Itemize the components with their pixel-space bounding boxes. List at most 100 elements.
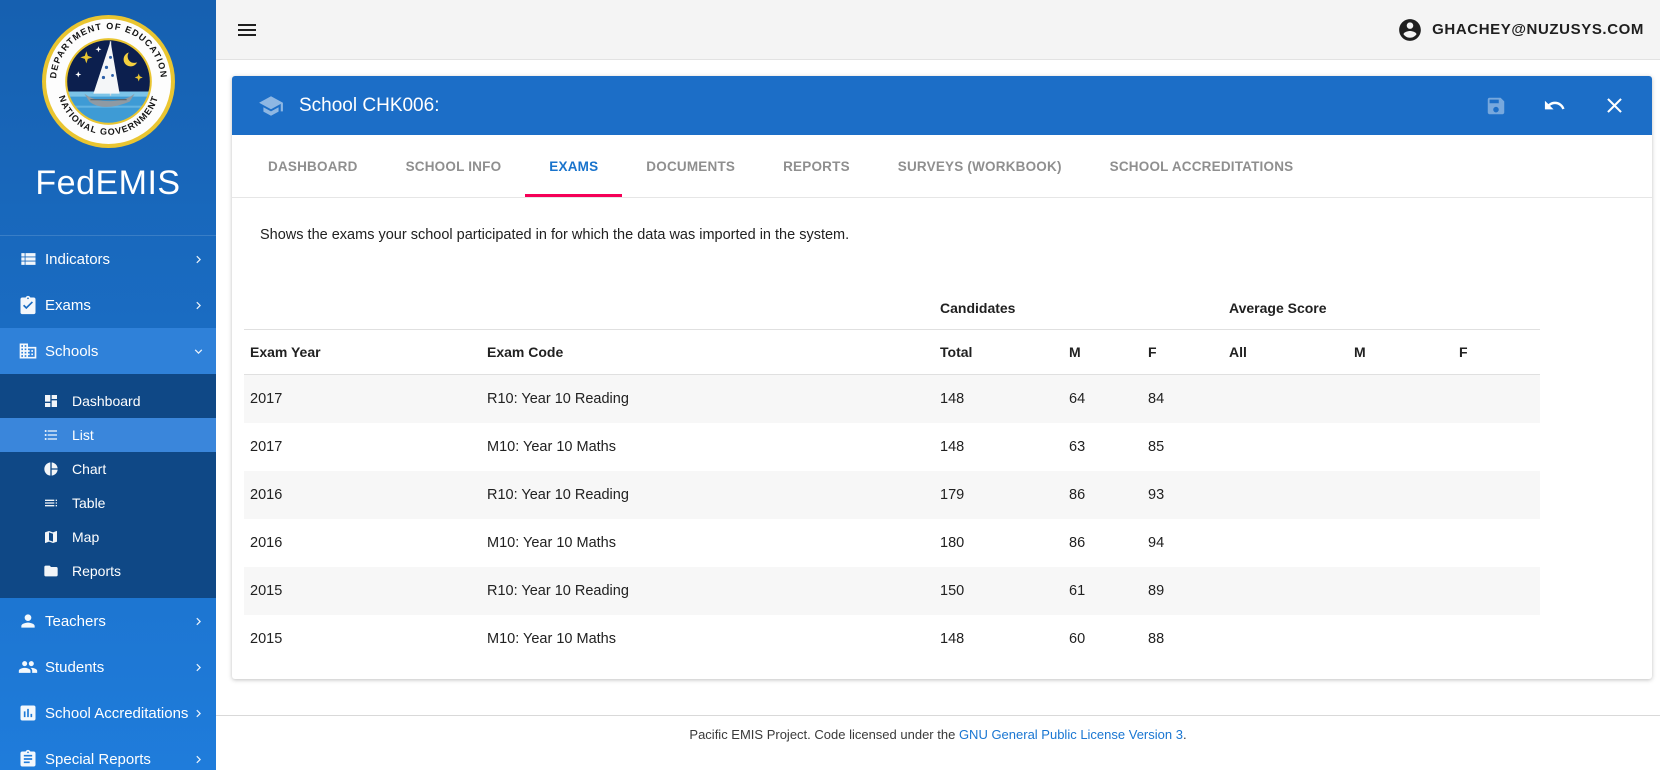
user-account-button[interactable]: GHACHEY@NUZUSYS.COM bbox=[1397, 17, 1644, 43]
close-icon[interactable] bbox=[1602, 93, 1627, 118]
building-icon bbox=[18, 341, 38, 361]
sidebar-item-label: Exams bbox=[45, 297, 191, 314]
cell-avg-m bbox=[1348, 375, 1453, 424]
cell-candidates-m: 86 bbox=[1063, 471, 1142, 519]
gnu-license-link[interactable]: GNU General Public License Version 3 bbox=[959, 727, 1183, 742]
submenu-item-label: List bbox=[72, 427, 94, 443]
col-header-exam-code: Exam Code bbox=[481, 330, 934, 375]
people-icon bbox=[18, 657, 38, 677]
tab-surveys-workbook[interactable]: SURVEYS (WORKBOOK) bbox=[874, 135, 1086, 197]
folder-icon bbox=[43, 563, 59, 579]
cell-exam-code: R10: Year 10 Reading bbox=[481, 567, 934, 615]
cell-avg-f bbox=[1453, 423, 1540, 471]
submenu-item-dashboard[interactable]: Dashboard bbox=[0, 384, 216, 418]
cell-total: 150 bbox=[934, 567, 1063, 615]
topbar: GHACHEY@NUZUSYS.COM bbox=[216, 0, 1660, 60]
group-header-candidates: Candidates bbox=[934, 258, 1223, 330]
school-card: School CHK006: DASHBOARD SCHOOL INFO EXA… bbox=[232, 76, 1652, 679]
card-actions bbox=[1449, 93, 1627, 118]
cell-total: 148 bbox=[934, 375, 1063, 424]
submenu-item-label: Chart bbox=[72, 461, 106, 477]
cell-exam-code: M10: Year 10 Maths bbox=[481, 519, 934, 567]
sidebar-item-label: School Accreditations bbox=[45, 705, 191, 722]
undo-icon[interactable] bbox=[1543, 94, 1566, 117]
tab-school-info[interactable]: SCHOOL INFO bbox=[382, 135, 526, 197]
tab-reports[interactable]: REPORTS bbox=[759, 135, 874, 197]
submenu-item-chart[interactable]: Chart bbox=[0, 452, 216, 486]
sidebar-item-exams[interactable]: Exams bbox=[0, 282, 216, 328]
submenu-item-map[interactable]: Map bbox=[0, 520, 216, 554]
schools-submenu: Dashboard List Chart Table bbox=[0, 374, 216, 598]
tab-dashboard[interactable]: DASHBOARD bbox=[244, 135, 382, 197]
graduation-cap-icon bbox=[258, 93, 284, 119]
cell-avg-all bbox=[1223, 375, 1348, 424]
col-header-exam-year: Exam Year bbox=[244, 330, 481, 375]
sidebar-item-special-reports[interactable]: Special Reports bbox=[0, 736, 216, 782]
table-row: 2016 M10: Year 10 Maths 180 86 94 bbox=[244, 519, 1540, 567]
exams-table: Candidates Average Score Exam Year Exam … bbox=[244, 258, 1540, 663]
menu-hamburger-icon[interactable] bbox=[235, 18, 259, 42]
cell-candidates-f: 94 bbox=[1142, 519, 1223, 567]
submenu-item-reports[interactable]: Reports bbox=[0, 554, 216, 588]
cell-avg-all bbox=[1223, 423, 1348, 471]
department-seal-logo: DEPARTMENT OF EDUCATION NATIONAL GOVERNM… bbox=[0, 0, 216, 150]
submenu-item-list[interactable]: List bbox=[0, 418, 216, 452]
sidebar-item-label: Students bbox=[45, 659, 191, 676]
cell-avg-m bbox=[1348, 471, 1453, 519]
table-row: 2017 M10: Year 10 Maths 148 63 85 bbox=[244, 423, 1540, 471]
cell-exam-code: M10: Year 10 Maths bbox=[481, 615, 934, 663]
cell-avg-f bbox=[1453, 567, 1540, 615]
app-title: FedEMIS bbox=[0, 164, 216, 203]
sidebar-item-indicators[interactable]: Indicators bbox=[0, 236, 216, 282]
tab-exams[interactable]: EXAMS bbox=[525, 135, 622, 197]
table-icon bbox=[43, 495, 59, 511]
main-content: School CHK006: DASHBOARD SCHOOL INFO EXA… bbox=[216, 60, 1660, 770]
person-icon bbox=[18, 611, 38, 631]
cell-avg-m bbox=[1348, 423, 1453, 471]
table-row: 2017 R10: Year 10 Reading 148 64 84 bbox=[244, 375, 1540, 424]
cell-candidates-f: 93 bbox=[1142, 471, 1223, 519]
col-header-avg-m: M bbox=[1348, 330, 1453, 375]
cell-candidates-m: 86 bbox=[1063, 519, 1142, 567]
cell-candidates-f: 85 bbox=[1142, 423, 1223, 471]
cell-total: 148 bbox=[934, 615, 1063, 663]
cell-candidates-f: 84 bbox=[1142, 375, 1223, 424]
page-footer: Pacific EMIS Project. Code licensed unde… bbox=[216, 715, 1660, 742]
group-header-average-score: Average Score bbox=[1223, 258, 1540, 330]
cell-exam-code: R10: Year 10 Reading bbox=[481, 471, 934, 519]
sidebar-item-schools[interactable]: Schools bbox=[0, 328, 216, 374]
chevron-right-icon bbox=[191, 298, 206, 313]
cell-exam-year: 2016 bbox=[244, 519, 481, 567]
pie-chart-icon bbox=[43, 461, 59, 477]
tab-documents[interactable]: DOCUMENTS bbox=[622, 135, 759, 197]
sidebar-item-label: Indicators bbox=[45, 251, 191, 268]
col-header-candidates-f: F bbox=[1142, 330, 1223, 375]
cell-avg-f bbox=[1453, 615, 1540, 663]
chevron-right-icon bbox=[191, 660, 206, 675]
view-list-icon bbox=[18, 249, 38, 269]
tab-school-accreditations[interactable]: SCHOOL ACCREDITATIONS bbox=[1086, 135, 1318, 197]
exams-table-wrap: Candidates Average Score Exam Year Exam … bbox=[244, 258, 1540, 663]
cell-exam-code: R10: Year 10 Reading bbox=[481, 375, 934, 424]
cell-candidates-m: 61 bbox=[1063, 567, 1142, 615]
cell-total: 179 bbox=[934, 471, 1063, 519]
cell-total: 148 bbox=[934, 423, 1063, 471]
sidebar-item-students[interactable]: Students bbox=[0, 644, 216, 690]
group-header-empty bbox=[244, 258, 934, 330]
sidebar-item-school-accreditations[interactable]: School Accreditations bbox=[0, 690, 216, 736]
chevron-right-icon bbox=[191, 252, 206, 267]
cell-avg-m bbox=[1348, 519, 1453, 567]
chevron-down-icon bbox=[191, 344, 206, 359]
table-header-row: Exam Year Exam Code Total M F All M F bbox=[244, 330, 1540, 375]
submenu-item-label: Dashboard bbox=[72, 393, 141, 409]
table-row: 2015 M10: Year 10 Maths 148 60 88 bbox=[244, 615, 1540, 663]
cell-avg-f bbox=[1453, 471, 1540, 519]
col-header-avg-f: F bbox=[1453, 330, 1540, 375]
cell-exam-year: 2015 bbox=[244, 615, 481, 663]
save-icon[interactable] bbox=[1485, 95, 1507, 117]
sidebar-item-teachers[interactable]: Teachers bbox=[0, 598, 216, 644]
chevron-right-icon bbox=[191, 752, 206, 767]
cell-total: 180 bbox=[934, 519, 1063, 567]
submenu-item-table[interactable]: Table bbox=[0, 486, 216, 520]
clipboard-check-icon bbox=[18, 295, 38, 315]
